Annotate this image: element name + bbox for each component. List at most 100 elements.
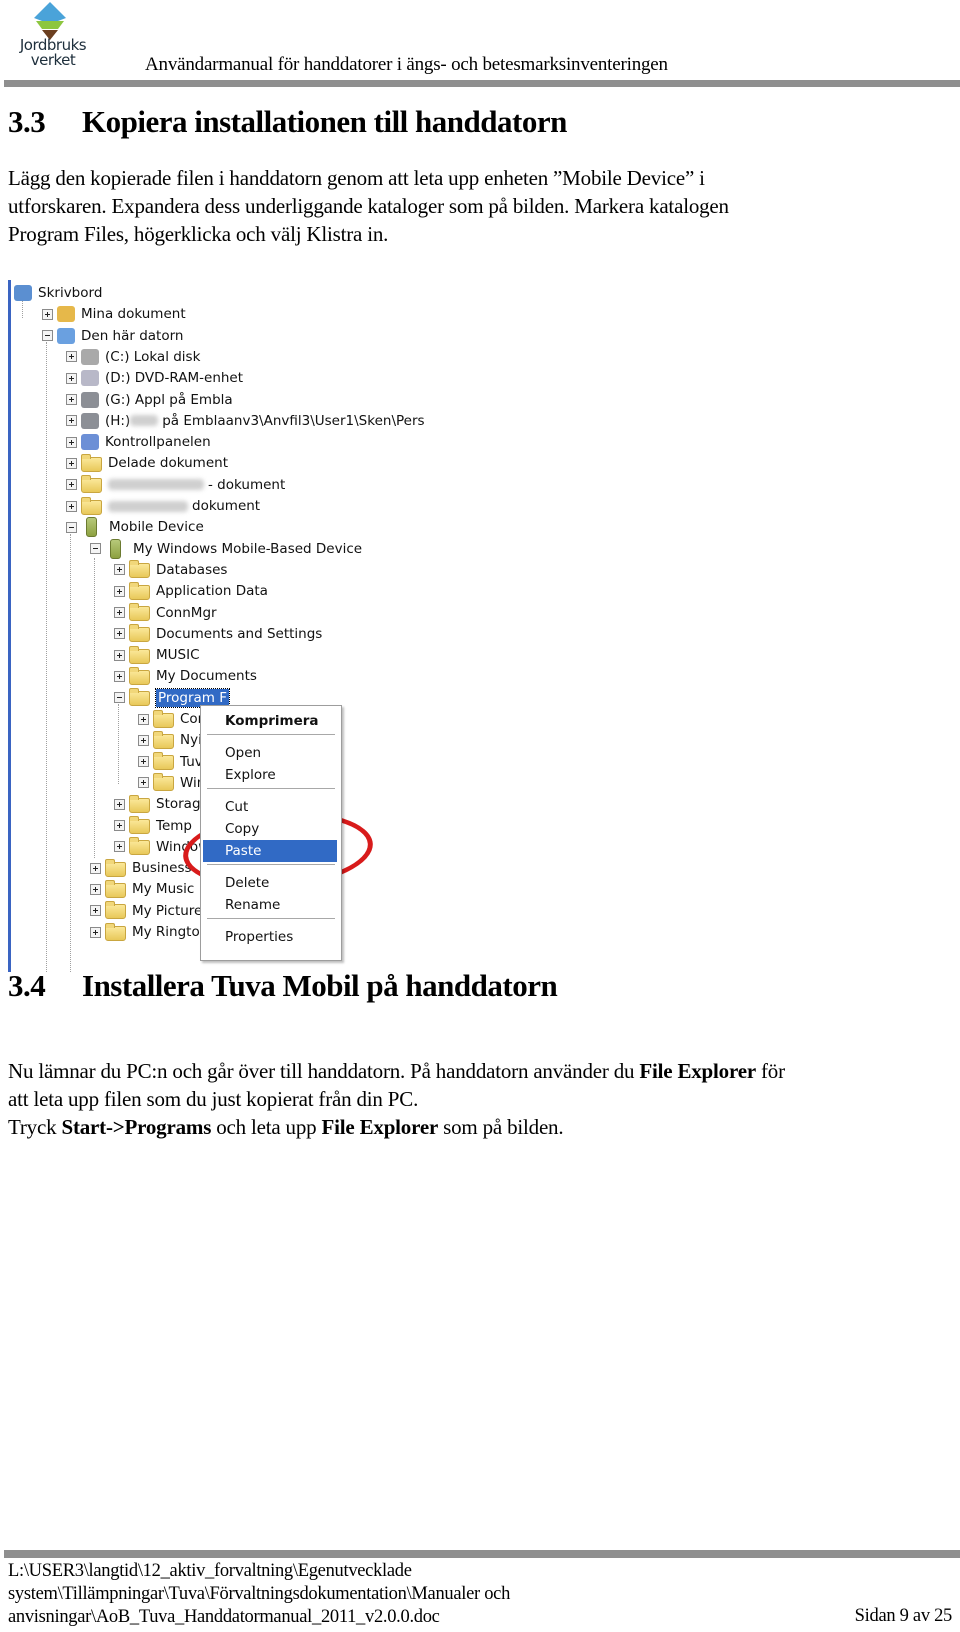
tree-node[interactable]: (G:) Appl på Embla [66,389,233,411]
tree-node[interactable]: dokument [66,495,260,517]
expand-plus-icon[interactable] [66,415,77,427]
folder-icon [153,752,174,771]
tree-node-label: Kontrollpanelen [105,434,211,451]
folder-icon [129,645,150,664]
tree-node[interactable]: Mina dokument [42,303,186,325]
menu-item-copy[interactable]: Copy [203,818,337,840]
tree-node-label: - dokument [208,476,286,493]
tree-node-label: dokument [192,498,261,514]
tree-node[interactable]: My Pictures [90,900,209,922]
collapse-minus-icon[interactable] [66,521,77,533]
expand-plus-icon[interactable] [90,883,101,895]
expand-plus-icon[interactable] [114,585,125,597]
hard-drive-icon [81,348,99,365]
menu-separator [207,788,335,789]
tree-node[interactable]: Mobile Device [66,516,204,538]
tree-node[interactable]: (D:) DVD-RAM-enhet [66,367,243,389]
tree-node[interactable]: ConnMgr [114,602,217,624]
expand-plus-icon[interactable] [66,436,77,448]
logo-text-line2: verket [30,51,76,69]
menu-item-cut[interactable]: Cut [203,796,337,818]
tree-node[interactable]: Databases [114,559,227,581]
collapse-minus-icon[interactable] [114,692,125,704]
menu-item-delete[interactable]: Delete [203,872,337,894]
tree-node[interactable]: MUSIC [114,644,200,666]
my-computer-icon [57,327,75,344]
expand-plus-icon[interactable] [138,713,149,725]
folder-icon [129,816,150,834]
section-heading-3-3: 3.3 Kopiera installationen till handdator… [8,104,567,140]
expand-plus-icon[interactable] [66,457,77,469]
tree-pane-border [8,280,11,972]
tree-node-label: Mobile Device [109,519,204,536]
expand-plus-icon[interactable] [114,670,125,682]
paragraph-line: Nu lämnar du PC:n och går över till hand… [8,1057,953,1085]
expand-plus-icon[interactable] [114,628,125,640]
menu-item-komprimera[interactable]: Komprimera [203,710,337,732]
tree-node[interactable]: My Documents [114,665,257,687]
tree-node-prefix: (H:) [105,412,131,429]
tree-node-label: My Windows Mobile-Based Device [133,540,363,557]
tree-node[interactable]: My Windows Mobile-Based Device [90,538,362,560]
redacted-name [108,479,204,491]
expand-plus-icon[interactable] [66,394,77,405]
expand-plus-icon[interactable] [114,841,125,853]
menu-separator [207,734,335,735]
expand-plus-icon[interactable] [90,862,101,874]
tree-node[interactable]: Application Data [114,580,268,602]
tree-node[interactable]: Skrivbord [14,282,102,304]
text-run: för [755,1059,785,1083]
expand-plus-icon[interactable] [114,607,125,618]
open-folder-icon [129,688,150,707]
menu-item-explore[interactable]: Explore [203,764,337,786]
text-run: Tryck [8,1115,62,1139]
expand-plus-icon[interactable] [90,905,101,917]
tree-node-label: (D:) DVD-RAM-enhet [105,370,244,387]
expand-plus-icon[interactable] [66,372,77,384]
section-3-3-paragraph: Lägg den kopierade filen i handdatorn ge… [8,164,953,248]
tree-node[interactable]: Den här datorn [42,325,183,347]
collapse-minus-icon[interactable] [90,543,101,555]
expand-plus-icon[interactable] [138,734,149,746]
tree-node[interactable]: (C:) Lokal disk [66,346,200,368]
folder-icon [105,858,126,877]
tree-node[interactable]: My Music [90,878,194,900]
tree-node[interactable]: Documents and Settings [114,623,322,645]
tree-node[interactable]: Delade dokument [66,452,228,474]
menu-item-paste[interactable]: Paste [203,840,337,862]
section-heading-3-4: 3.4 Installera Tuva Mobil på handdatorn [8,968,558,1004]
tree-node-label: My Documents [156,668,257,685]
expand-plus-icon[interactable] [114,798,125,810]
footer-file-path: L:\USER3\langtid\12_aktiv_forvaltning\Eg… [8,1560,510,1629]
expand-plus-icon[interactable] [138,756,149,768]
folder-icon [129,666,150,685]
expand-plus-icon[interactable] [42,308,53,320]
expand-plus-icon[interactable] [66,500,77,512]
expand-plus-icon[interactable] [114,649,125,661]
menu-item-properties[interactable]: Properties [203,926,337,948]
network-drive-icon [81,391,99,408]
expand-plus-icon[interactable] [114,820,125,831]
tree-node[interactable]: - dokument [66,474,285,496]
paragraph-line: att leta upp filen som du just kopierat … [8,1087,419,1111]
text-run: Nu lämnar du PC:n och går över till hand… [8,1059,640,1083]
tree-node-label: ConnMgr [156,604,217,621]
menu-item-open[interactable]: Open [203,742,337,764]
tree-node[interactable]: (H:) på Emblaanv3\Anvfil3\User1\Sken\Per… [66,410,425,432]
tree-node-label: Delade dokument [108,455,228,472]
tree-node[interactable]: Business [90,857,192,879]
expand-plus-icon[interactable] [66,479,77,491]
menu-item-rename[interactable]: Rename [203,894,337,916]
section-title: Installera Tuva Mobil på handdatorn [82,968,558,1003]
expand-plus-icon[interactable] [66,351,77,363]
section-3-4-paragraph: Nu lämnar du PC:n och går över till hand… [8,1057,953,1141]
expand-plus-icon[interactable] [90,926,101,938]
folder-icon [105,879,126,898]
desktop-icon [14,285,32,301]
expand-plus-icon[interactable] [114,564,125,576]
expand-plus-icon[interactable] [138,777,149,789]
tree-node[interactable]: Kontrollpanelen [66,431,211,453]
collapse-minus-icon[interactable] [42,330,53,342]
folder-icon [105,901,126,920]
tree-node[interactable]: Temp [114,815,192,837]
